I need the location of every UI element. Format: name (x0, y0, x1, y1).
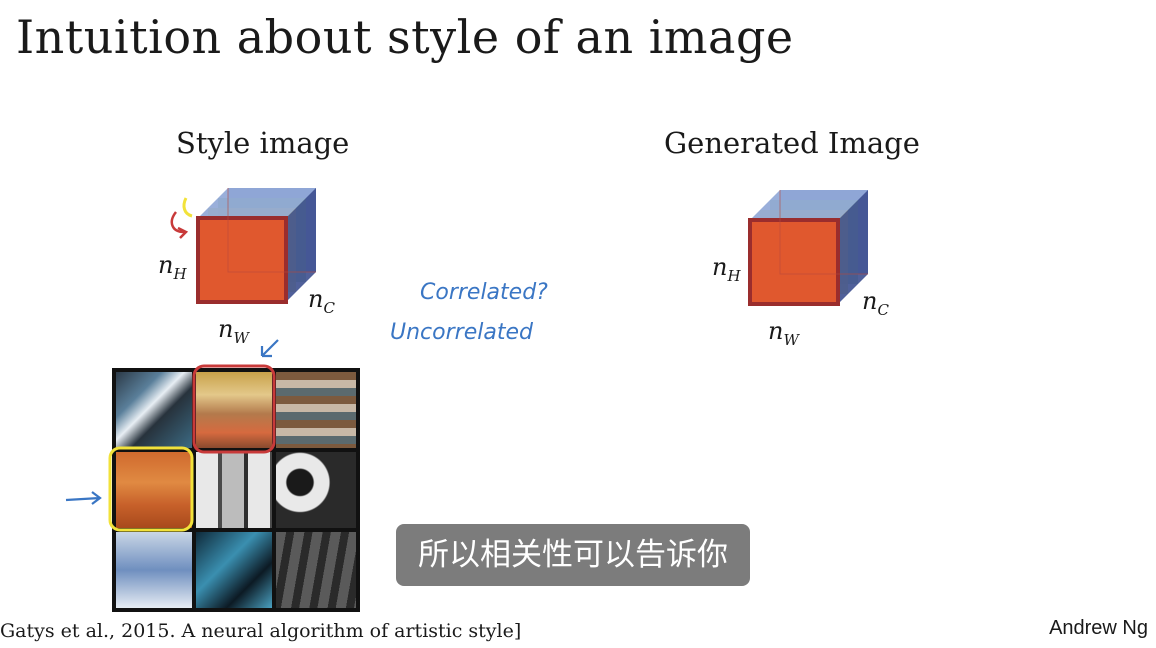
generated-volume-cube (748, 190, 868, 306)
feature-tile (276, 532, 356, 608)
generated-image-caption: Generated Image (664, 126, 920, 160)
feature-tile (196, 372, 272, 448)
blue-pointer-icon (260, 339, 279, 358)
generated-nw-label: nW (768, 317, 799, 349)
feature-tile (196, 452, 272, 528)
generated-nc-label: nC (862, 287, 889, 319)
handwritten-correlated: Correlated? (420, 280, 548, 305)
blue-arrow-icon (65, 491, 102, 505)
author-name: Andrew Ng (1049, 617, 1148, 639)
feature-tile (276, 452, 356, 528)
citation: Gatys et al., 2015. A neural algorithm o… (0, 620, 522, 642)
generated-nh-label: nH (712, 253, 741, 285)
style-nh-label: nH (158, 251, 187, 283)
feature-tile (116, 452, 192, 528)
style-image-caption: Style image (176, 126, 350, 160)
feature-tile (196, 532, 272, 608)
video-subtitle: 所以相关性可以告诉你 (396, 524, 750, 586)
handwritten-uncorrelated: Uncorrelated (390, 320, 533, 345)
style-nc-label: nC (308, 285, 335, 317)
style-nw-label: nW (218, 315, 249, 347)
feature-tile (116, 532, 192, 608)
red-arrow-icon (170, 211, 185, 234)
feature-visualization-grid (112, 368, 360, 612)
feature-tile (116, 372, 192, 448)
feature-tile (276, 372, 356, 448)
slide-title: Intuition about style of an image (16, 10, 794, 64)
